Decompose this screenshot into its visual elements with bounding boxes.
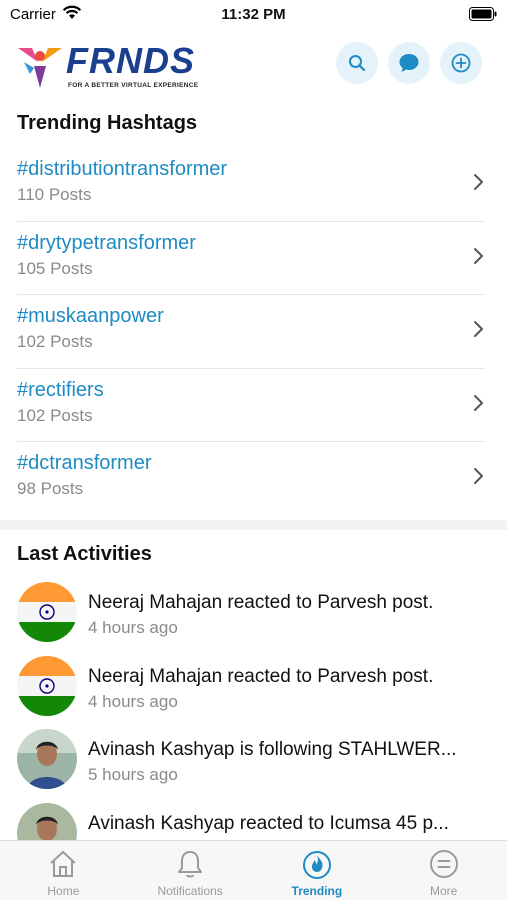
battery-icon: [469, 7, 497, 26]
activity-time: 5 hours ago: [88, 765, 178, 784]
activity-text: Neeraj Mahajan reacted to Parvesh post.: [88, 592, 434, 613]
clock-time: 11:32 PM: [221, 6, 286, 23]
search-icon: [349, 55, 366, 72]
bell-icon: [178, 851, 203, 878]
trending-hashtags-title: Trending Hashtags: [17, 112, 198, 134]
hashtag-name[interactable]: #drytypetransformer: [17, 232, 196, 255]
hashtag-post-count: 102 Posts: [17, 405, 93, 425]
search-button[interactable]: [336, 42, 378, 84]
activity-item[interactable]: Neeraj Mahajan reacted to Parvesh post. …: [0, 654, 507, 728]
app-header: FRNDS FOR A BETTER VIRTUAL EXPERIENCE: [0, 34, 507, 98]
flame-icon: [302, 851, 331, 879]
hashtag-name[interactable]: #muskaanpower: [17, 305, 164, 328]
hashtag-post-count: 102 Posts: [17, 332, 93, 351]
activity-item[interactable]: Avinash Kashyap is following STAHLWER...…: [0, 727, 507, 801]
hashtag-name[interactable]: #rectifiers: [17, 379, 104, 402]
brand-tagline: FOR A BETTER VIRTUAL EXPERIENCE: [68, 82, 199, 89]
activity-time: 4 hours ago: [88, 618, 178, 637]
avatar-india-flag[interactable]: [17, 582, 77, 642]
tab-notifications[interactable]: Notifications: [127, 841, 254, 900]
tab-label: Home: [47, 884, 80, 898]
activity-text: Neeraj Mahajan reacted to Parvesh post.: [88, 665, 434, 687]
activity-item[interactable]: Avinash Kashyap reacted to Icumsa 45 p..…: [0, 801, 507, 840]
chevron-right-icon: [474, 468, 483, 484]
add-post-button[interactable]: [440, 42, 482, 84]
activity-list: Neeraj Mahajan reacted to Parvesh post. …: [0, 580, 507, 840]
frnds-logo: FRNDS FOR A BETTER VIRTUAL EXPERIENCE: [14, 38, 204, 94]
avatar-person-photo[interactable]: [17, 802, 77, 840]
tab-trending[interactable]: Trending: [254, 841, 381, 900]
home-icon: [50, 851, 77, 877]
hashtag-post-count: 110 Posts: [17, 185, 92, 204]
hashtag-row[interactable]: #rectifiers 102 Posts: [0, 369, 507, 442]
avatar-person-photo[interactable]: [17, 729, 77, 789]
tab-label: More: [429, 884, 458, 898]
hashtag-name[interactable]: #distributiontransformer: [17, 158, 227, 181]
logo-mark-icon: [18, 48, 62, 88]
activity-time: 4 hours ago: [88, 691, 178, 711]
hashtag-name[interactable]: #dctransformer: [17, 452, 152, 475]
tab-label: Trending: [291, 884, 343, 898]
hashtag-row[interactable]: #muskaanpower 102 Posts: [0, 295, 507, 369]
chevron-right-icon: [474, 247, 483, 264]
brand-name: FRNDS: [66, 40, 195, 81]
chat-button[interactable]: [388, 42, 430, 84]
chevron-right-icon: [474, 321, 483, 337]
add-circle-icon: [451, 53, 471, 73]
hashtag-post-count: 105 Posts: [17, 258, 93, 278]
chat-icon: [399, 54, 419, 72]
activity-item[interactable]: Neeraj Mahajan reacted to Parvesh post. …: [0, 580, 507, 654]
bottom-tab-bar: Home Notifications Trending More: [0, 840, 507, 900]
activity-text: Avinash Kashyap is following STAHLWER...: [88, 739, 457, 760]
hashtag-row[interactable]: #distributiontransformer 110 Posts: [0, 148, 507, 222]
status-bar: Carrier 11:32 PM: [0, 0, 507, 28]
section-separator: [0, 520, 507, 530]
avatar-india-flag[interactable]: [17, 655, 77, 716]
activity-text: Avinash Kashyap reacted to Icumsa 45 p..…: [88, 812, 449, 834]
chevron-right-icon: [474, 394, 483, 411]
chevron-right-icon: [474, 174, 483, 190]
hashtag-row[interactable]: #dctransformer 98 Posts: [0, 442, 507, 516]
more-icon: [429, 850, 458, 878]
hashtag-list: #distributiontransformer 110 Posts #dryt…: [0, 148, 507, 516]
hashtag-row[interactable]: #drytypetransformer 105 Posts: [0, 222, 507, 295]
tab-more[interactable]: More: [380, 841, 507, 900]
last-activities-title: Last Activities: [17, 543, 152, 565]
hashtag-post-count: 98 Posts: [17, 479, 84, 498]
tab-label: Notifications: [157, 884, 223, 898]
tab-home[interactable]: Home: [0, 841, 127, 900]
